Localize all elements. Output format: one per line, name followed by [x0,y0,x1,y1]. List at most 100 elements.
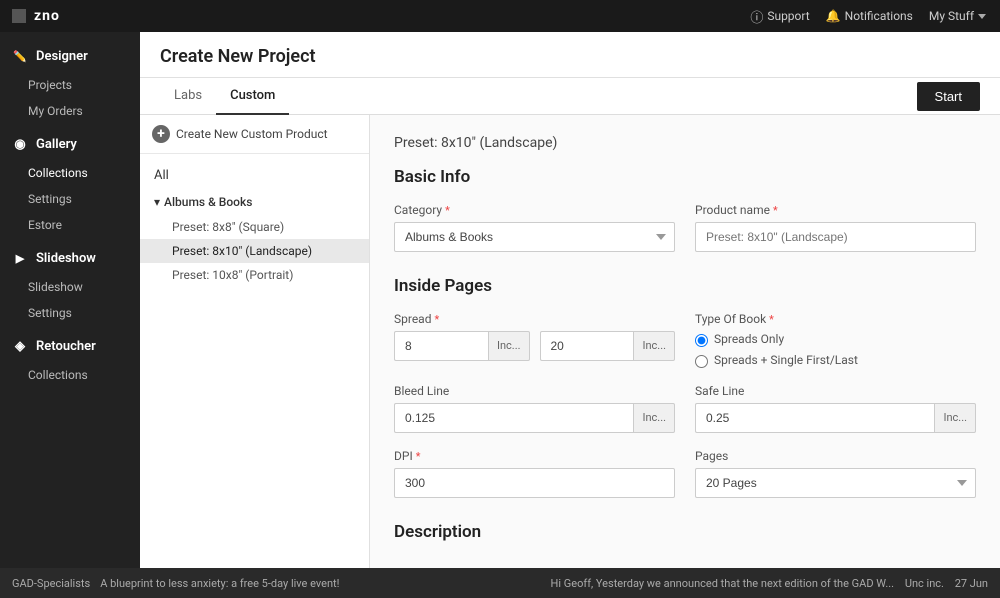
product-name-label: Product name * [695,203,976,217]
type-radio-group: Spreads Only Spreads + Single First/Last [695,332,976,368]
tab-labs[interactable]: Labs [160,78,216,115]
notifications-link[interactable]: Notifications [826,9,913,23]
sidebar: Designer Projects My Orders Gallery Coll… [0,32,140,568]
tree-item-1[interactable]: Preset: 8x10" (Landscape) [140,239,369,263]
spread-required: * [434,313,439,326]
pages-label: Pages [695,449,976,463]
spread-input-1: Inc... [394,331,530,361]
plus-icon: + [152,125,170,143]
sidebar-section-slideshow: Slideshow Slideshow Settings [0,242,140,326]
tree-item-2[interactable]: Preset: 10x8" (Portrait) [140,263,369,287]
support-link[interactable]: Support [750,7,809,26]
my-stuff-label: My Stuff [929,9,974,23]
support-label: Support [767,9,809,23]
start-button[interactable]: Start [917,82,980,111]
safe-label: Safe Line [695,384,976,398]
radio-spreads-single-label: Spreads + Single First/Last [714,353,858,367]
tree-group-label: Albums & Books [164,195,252,209]
sidebar-item-settings-slide[interactable]: Settings [0,300,140,326]
bleed-unit: Inc... [633,403,675,433]
sidebar-slideshow-header[interactable]: Slideshow [0,242,140,274]
dpi-pages-row: DPI * Pages 20 Pages [394,449,976,498]
spread-value-1[interactable] [394,331,488,361]
pages-group: Pages 20 Pages [695,449,976,498]
radio-spreads-only-input[interactable] [695,334,708,347]
safe-value[interactable] [695,403,934,433]
tree-item-0[interactable]: Preset: 8x8" (Square) [140,215,369,239]
top-nav-left: zno [12,8,60,24]
create-product-label: Create New Custom Product [176,127,328,141]
channel-name: GAD-Specialists [12,577,90,590]
main-content: Create New Project Labs Custom Start + C… [140,32,1000,568]
tab-custom[interactable]: Custom [216,78,289,115]
chevron-down-small-icon: ▾ [154,195,160,209]
type-required: * [769,313,774,326]
spread-type-row: Spread * Inc... [394,312,976,368]
tree-group-albums[interactable]: ▾ Albums & Books [140,189,369,215]
product-name-input[interactable] [695,222,976,252]
notifications-label: Notifications [845,9,913,23]
sidebar-item-slideshow-sub[interactable]: Slideshow [0,274,140,300]
dpi-required: * [416,450,421,463]
sidebar-section-designer: Designer Projects My Orders [0,40,140,124]
sidebar-item-estore[interactable]: Estore [0,212,140,238]
sidebar-item-settings[interactable]: Settings [0,186,140,212]
designer-icon [12,48,28,64]
retoucher-icon [12,338,28,354]
tree-all[interactable]: All [140,162,369,189]
sidebar-item-collections-ret[interactable]: Collections [0,362,140,388]
page-title: Create New Project [160,46,980,67]
sidebar-designer-label: Designer [36,49,88,64]
chevron-down-icon [978,14,986,19]
dpi-group: DPI * [394,449,675,498]
timestamp: 27 Jun [955,577,988,590]
bleed-value[interactable] [394,403,633,433]
bleed-safe-row: Bleed Line Inc... Safe Line I [394,384,976,433]
sidebar-item-collections[interactable]: Collections [0,160,140,186]
inc-label: inc. [927,577,944,590]
dpi-input[interactable] [394,468,675,498]
bottom-bar: GAD-Specialists A blueprint to less anxi… [0,568,1000,598]
tabs-bar: Labs Custom Start [140,78,1000,115]
spread-unit-2: Inc... [633,331,675,361]
right-panel: Preset: 8x10" (Landscape) Basic Info Cat… [370,115,1000,568]
safe-group: Safe Line Inc... [695,384,976,433]
spread-unit-1: Inc... [488,331,530,361]
create-product-button[interactable]: + Create New Custom Product [140,115,369,154]
safe-unit: Inc... [934,403,976,433]
sidebar-retoucher-label: Retoucher [36,339,96,354]
description-section: Description [394,522,976,542]
unread-label: Unc [905,577,924,590]
sidebar-retoucher-header[interactable]: Retoucher [0,330,140,362]
radio-spreads-only[interactable]: Spreads Only [695,332,976,347]
radio-spreads-single-input[interactable] [695,355,708,368]
gallery-icon [12,136,28,152]
spread-label: Spread * [394,312,675,326]
inside-pages-section: Inside Pages Spread * [394,276,976,498]
pages-select[interactable]: 20 Pages [695,468,976,498]
page-header: Create New Project [140,32,1000,78]
sidebar-slideshow-label: Slideshow [36,251,96,266]
slideshow-icon [12,250,28,266]
sidebar-designer-header[interactable]: Designer [0,40,140,72]
logo-icon [12,9,26,23]
sidebar-item-projects[interactable]: Projects [0,72,140,98]
sidebar-gallery-header[interactable]: Gallery [0,128,140,160]
category-label: Category * [394,203,675,217]
radio-spreads-single[interactable]: Spreads + Single First/Last [695,353,976,368]
my-stuff-link[interactable]: My Stuff [929,9,988,23]
category-group: Category * Albums & Books [394,203,675,252]
bottom-notification: Hi Geoff, Yesterday we announced that th… [551,577,988,590]
product-name-required: * [773,204,778,217]
preset-label: Preset: 8x10" (Landscape) [394,135,976,151]
notification-text: Hi Geoff, Yesterday we announced that th… [551,577,895,590]
spread-inputs: Inc... Inc... [394,331,675,361]
category-select[interactable]: Albums & Books [394,222,675,252]
description-title: Description [394,522,976,542]
bleed-input: Inc... [394,403,675,433]
category-required: * [445,204,450,217]
spread-value-2[interactable] [540,331,634,361]
support-icon [750,7,763,26]
sidebar-item-my-orders[interactable]: My Orders [0,98,140,124]
tab-list: Labs Custom [160,78,289,114]
